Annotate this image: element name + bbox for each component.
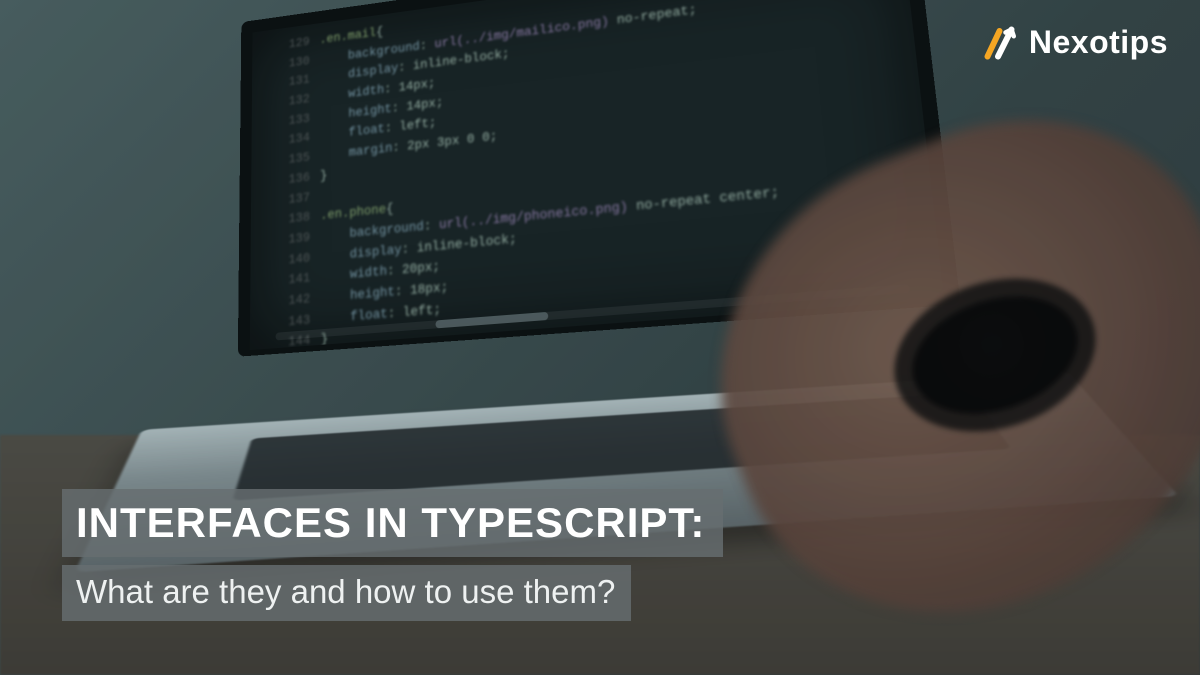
logo-icon [983,25,1019,61]
title-block: INTERFACES IN TYPESCRIPT: What are they … [62,489,723,621]
brand-name: Nexotips [1029,24,1168,61]
hero-banner: 129.en.mail{ 130 background: url(../img/… [0,0,1200,675]
brand-logo: Nexotips [983,24,1168,61]
headline-subtitle: What are they and how to use them? [62,565,631,621]
headline-main: INTERFACES IN TYPESCRIPT: [62,489,723,557]
